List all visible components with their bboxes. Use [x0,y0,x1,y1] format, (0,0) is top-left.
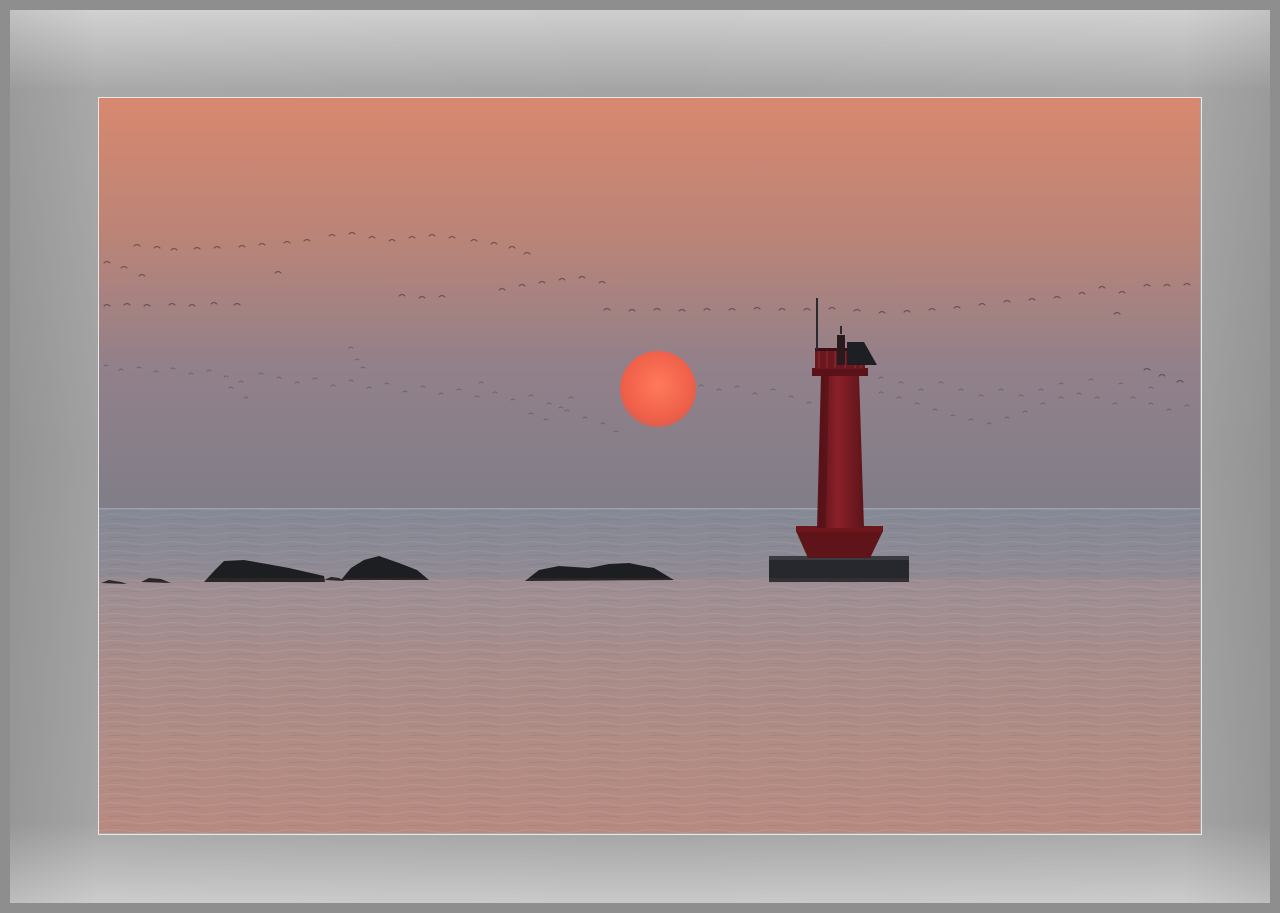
picture-frame-mat [0,0,1280,913]
water-glow [99,578,1200,833]
framed-photo [98,97,1202,835]
horizon-line [99,508,1200,510]
setting-sun [620,351,696,427]
sunset-seascape [99,98,1200,833]
sky [99,98,1200,510]
